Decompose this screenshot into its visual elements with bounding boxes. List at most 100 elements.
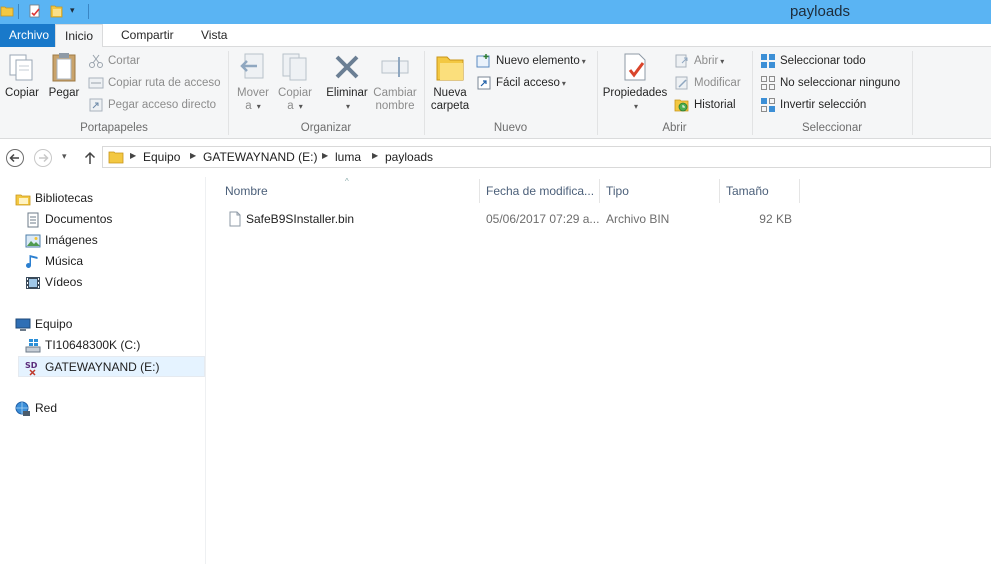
- libraries-icon: [15, 194, 31, 206]
- invert-selection-label: Invertir selección: [780, 99, 867, 111]
- tree-label: Bibliotecas: [35, 191, 94, 205]
- rename-button[interactable]: Cambiar nombre: [372, 51, 418, 113]
- select-none-button[interactable]: No seleccionar ninguno: [760, 73, 900, 93]
- easy-access-icon: [477, 76, 491, 90]
- sd-card-icon: SD: [25, 361, 38, 376]
- copy-path-button[interactable]: Copiar ruta de acceso: [88, 73, 221, 93]
- select-none-icon: [761, 75, 775, 90]
- tab-compartir[interactable]: Compartir: [112, 24, 183, 47]
- open-button[interactable]: Abrir ▾: [674, 51, 724, 71]
- paste-icon: [52, 53, 76, 82]
- group-label-nuevo: Nuevo: [493, 122, 528, 134]
- edit-button[interactable]: Modificar: [674, 73, 741, 93]
- breadcrumb-chevron-icon[interactable]: ▶: [372, 151, 378, 160]
- breadcrumb-chevron-icon[interactable]: ▶: [130, 151, 136, 160]
- svg-text:SD: SD: [25, 361, 38, 370]
- edit-label: Modificar: [694, 77, 741, 89]
- paste-button[interactable]: Pegar: [46, 51, 82, 100]
- tree-item-documentos[interactable]: Documentos: [25, 209, 112, 230]
- tab-archivo[interactable]: Archivo: [0, 24, 59, 47]
- new-folder-icon[interactable]: [50, 4, 64, 18]
- tree-label: Equipo: [35, 317, 73, 331]
- tree-item-drive-e[interactable]: SD GATEWAYNAND (E:): [18, 356, 205, 377]
- qat-separator: [88, 4, 89, 19]
- ribbon: Copiar Pegar Cortar Copiar ruta de acces…: [0, 47, 991, 139]
- tab-inicio[interactable]: Inicio: [55, 24, 104, 48]
- ribbon-tabs: Archivo Inicio Compartir Vista: [0, 24, 991, 48]
- recent-locations-chevron-icon[interactable]: ▾: [62, 151, 67, 162]
- file-type: Archivo BIN: [606, 212, 670, 226]
- cut-button[interactable]: Cortar: [88, 51, 140, 71]
- properties-icon[interactable]: [28, 4, 42, 18]
- easy-access-label: Fácil acceso: [496, 77, 560, 89]
- tree-item-drive-c[interactable]: TI10648300K (C:): [25, 335, 140, 356]
- copy-label: Copiar: [5, 87, 39, 99]
- tree-label: Red: [35, 401, 58, 415]
- tree-item-imagenes[interactable]: Imágenes: [25, 230, 98, 251]
- invert-selection-button[interactable]: Invertir selección: [760, 95, 866, 115]
- tree-label: Imágenes: [45, 233, 98, 247]
- tree-label: Vídeos: [45, 275, 83, 289]
- breadcrumb-equipo[interactable]: Equipo: [143, 150, 180, 164]
- tree-label: Música: [45, 254, 84, 268]
- move-to-label-2: a: [245, 100, 252, 112]
- folder-icon: [108, 151, 124, 164]
- properties-label: Propiedades: [602, 87, 668, 99]
- breadcrumb-chevron-icon[interactable]: ▶: [190, 151, 196, 160]
- file-size: 92 KB: [759, 212, 792, 226]
- new-folder-label-2: carpeta: [430, 100, 470, 112]
- tree-label: TI10648300K (C:): [45, 338, 141, 352]
- forward-arrow-icon[interactable]: [33, 148, 53, 168]
- move-to-button[interactable]: Mover a ▾: [234, 51, 272, 113]
- select-all-button[interactable]: Seleccionar todo: [760, 51, 866, 71]
- tree-item-musica[interactable]: Música: [25, 251, 83, 272]
- easy-access-button[interactable]: Fácil acceso ▾: [476, 73, 566, 93]
- copy-to-label-1: Copiar: [278, 87, 312, 99]
- copy-to-button[interactable]: Copiar a ▾: [276, 51, 314, 113]
- new-folder-button[interactable]: Nueva carpeta: [428, 51, 472, 113]
- back-arrow-icon[interactable]: [5, 148, 25, 168]
- rename-icon: [381, 57, 409, 77]
- new-item-button[interactable]: Nuevo elemento ▾: [476, 51, 586, 71]
- tree-item-equipo[interactable]: Equipo: [15, 314, 72, 335]
- delete-label: Eliminar: [326, 87, 368, 99]
- rename-label-2: nombre: [375, 100, 415, 112]
- group-label-abrir: Abrir: [662, 122, 687, 134]
- navigation-pane: Bibliotecas Documentos Imágenes Música V…: [0, 177, 206, 564]
- copy-icon: [9, 54, 33, 81]
- group-label-organizar: Organizar: [300, 122, 352, 134]
- tree-label: Documentos: [45, 212, 113, 226]
- table-row[interactable]: SafeB9SInstaller.bin 05/06/2017 07:29 a.…: [221, 177, 801, 267]
- history-button[interactable]: Historial: [674, 95, 736, 115]
- history-icon: [674, 99, 689, 112]
- history-label: Historial: [694, 99, 736, 111]
- computer-icon: [15, 318, 31, 331]
- chevron-down-icon: ▾: [298, 102, 303, 111]
- folder-icon[interactable]: [0, 4, 14, 18]
- network-globe-icon: [15, 401, 30, 416]
- tree-item-red[interactable]: Red: [15, 398, 57, 419]
- breadcrumb-chevron-icon[interactable]: ▶: [322, 151, 328, 160]
- breadcrumb-luma[interactable]: luma: [335, 150, 361, 164]
- paste-shortcut-icon: [89, 98, 103, 112]
- copy-to-label-2: a: [287, 100, 294, 112]
- navigation-bar: ▾ ▶ Equipo ▶ GATEWAYNAND (E:) ▶ luma ▶ p…: [0, 140, 991, 176]
- video-film-icon: [26, 276, 40, 289]
- tree-item-videos[interactable]: Vídeos: [25, 272, 82, 293]
- properties-button[interactable]: Propiedades ▾: [602, 51, 668, 113]
- copy-button[interactable]: Copiar: [4, 51, 40, 100]
- tab-vista[interactable]: Vista: [192, 24, 236, 47]
- up-arrow-icon[interactable]: [80, 148, 100, 168]
- address-bar[interactable]: ▶ Equipo ▶ GATEWAYNAND (E:) ▶ luma ▶ pay…: [102, 146, 991, 168]
- tree-item-bibliotecas[interactable]: Bibliotecas: [15, 188, 93, 209]
- copy-to-icon: [282, 53, 307, 81]
- windows-drive-icon: [25, 338, 41, 353]
- delete-button[interactable]: Eliminar ▾: [325, 51, 369, 113]
- breadcrumb-payloads[interactable]: payloads: [385, 150, 433, 164]
- new-item-icon: [476, 53, 490, 68]
- paste-shortcut-button[interactable]: Pegar acceso directo: [88, 95, 216, 115]
- select-all-label: Seleccionar todo: [780, 55, 866, 67]
- customize-caret-icon[interactable]: ▾: [70, 5, 75, 16]
- window-title: payloads: [789, 3, 851, 20]
- breadcrumb-gatewaynand[interactable]: GATEWAYNAND (E:): [203, 150, 317, 164]
